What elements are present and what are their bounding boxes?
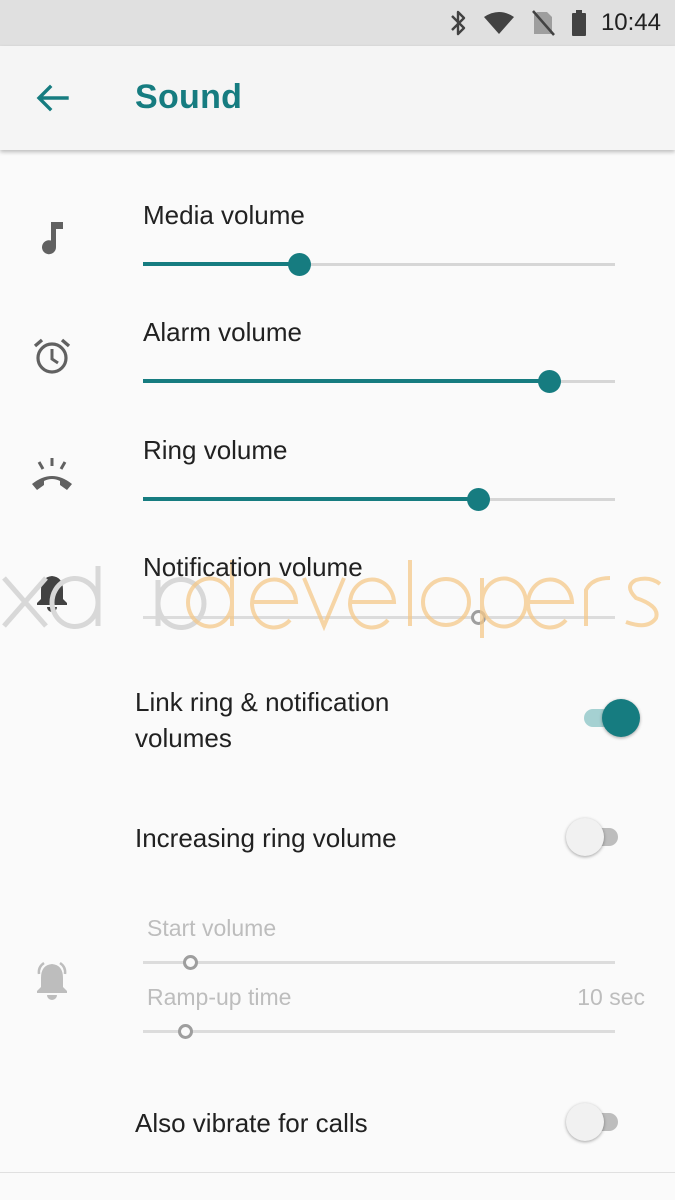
alarm-volume-label: Alarm volume (143, 317, 302, 347)
notification-volume-slider[interactable] (143, 602, 615, 632)
page-title: Sound (135, 78, 243, 116)
slider-thumb[interactable] (287, 253, 311, 276)
media-volume-label: Media volume (143, 200, 305, 230)
ramp-up-time-value: 10 sec (577, 984, 645, 1010)
increasing-ring-toggle[interactable] (566, 816, 630, 856)
slider-thumb[interactable] (537, 370, 561, 393)
slider-thumb[interactable] (467, 488, 491, 511)
ramp-up-time-slider[interactable] (143, 1016, 615, 1046)
start-volume-slider[interactable] (143, 947, 615, 977)
back-button[interactable] (22, 74, 82, 122)
bell-icon (28, 568, 76, 616)
also-vibrate-toggle[interactable] (566, 1101, 630, 1141)
bell-ramp-icon (28, 956, 76, 1004)
notification-volume-label: Notification volume (143, 552, 363, 582)
slider-thumb[interactable] (178, 1024, 194, 1039)
bluetooth-icon (449, 9, 467, 37)
ring-volume-label: Ring volume (143, 435, 288, 465)
link-ring-title-line1: Link ring & notification (135, 687, 390, 717)
app-bar: Sound (0, 46, 675, 150)
alarm-clock-icon (28, 332, 76, 380)
status-icons: 10:44 (433, 6, 661, 40)
increasing-ring-title: Increasing ring volume (135, 823, 397, 853)
media-volume-slider[interactable] (143, 249, 615, 279)
status-time: 10:44 (600, 9, 661, 36)
arrow-back-icon (36, 84, 69, 112)
also-vibrate-title: Also vibrate for calls (135, 1108, 368, 1138)
slider-thumb[interactable] (471, 610, 487, 625)
slider-thumb[interactable] (183, 955, 199, 970)
status-bar: 10:44 (0, 0, 675, 46)
link-ring-title-line2: volumes (135, 723, 232, 753)
ramp-up-time-label: Ramp-up time (147, 984, 292, 1010)
divider (0, 1172, 675, 1173)
battery-icon (571, 9, 587, 37)
alarm-volume-slider[interactable] (143, 366, 615, 396)
music-note-icon (28, 214, 76, 262)
link-ring-toggle[interactable] (578, 697, 642, 737)
no-sim-icon (531, 9, 555, 37)
ringing-phone-icon (28, 450, 76, 498)
start-volume-label: Start volume (147, 915, 277, 941)
ring-volume-slider[interactable] (143, 484, 615, 514)
wifi-icon (483, 11, 515, 35)
link-ring-title: Link ring & notification volumes (135, 684, 389, 756)
